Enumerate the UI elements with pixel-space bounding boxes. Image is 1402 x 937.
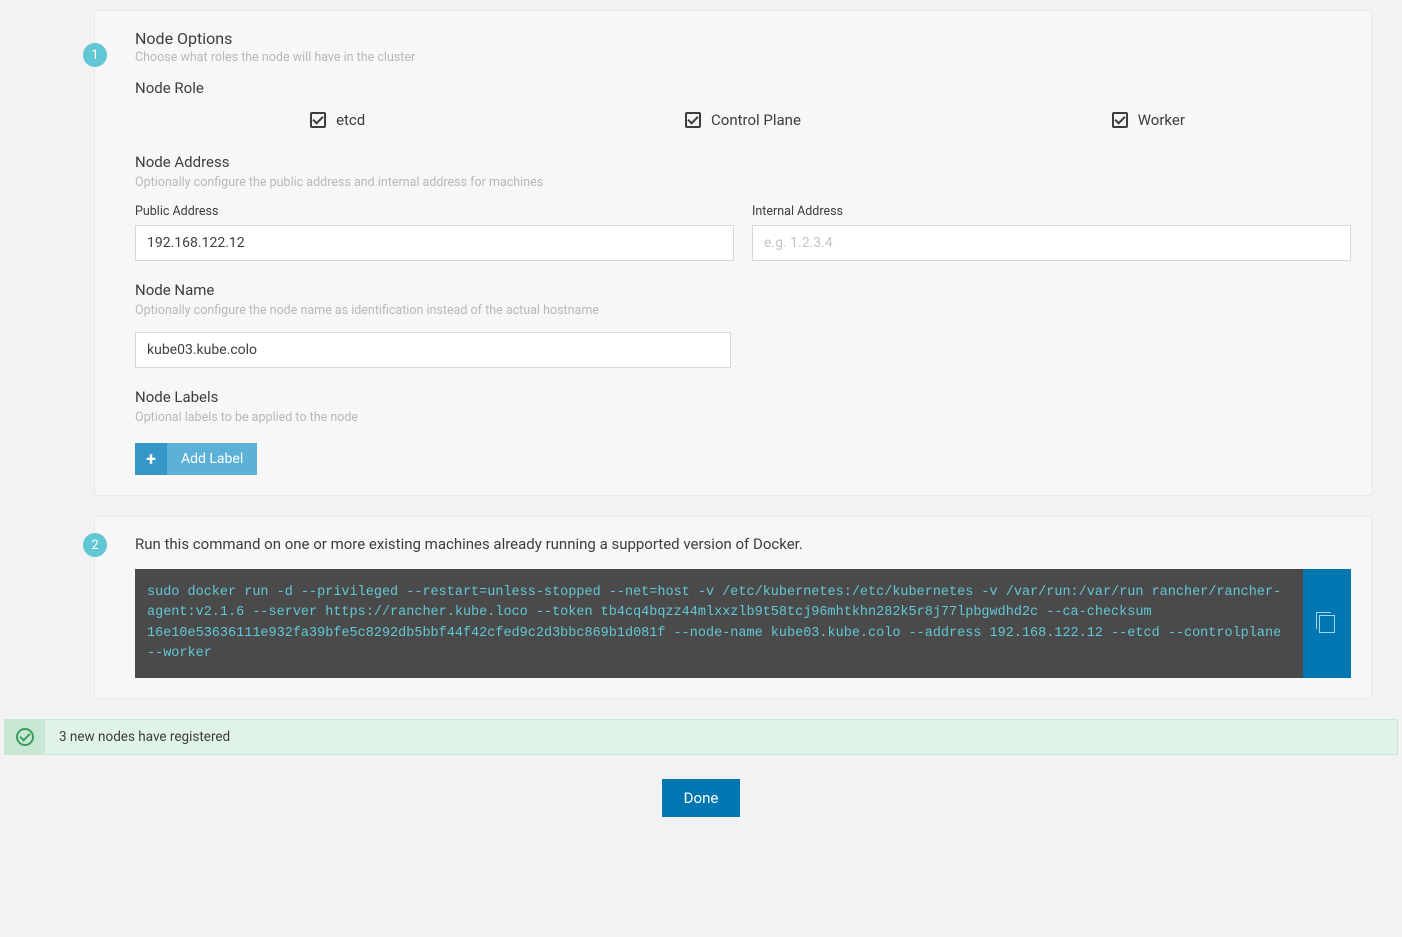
node-options-title: Node Options — [135, 29, 1351, 48]
internal-address-input[interactable] — [752, 225, 1351, 261]
node-labels-heading: Node Labels — [135, 388, 1351, 406]
step-badge-2: 2 — [83, 533, 107, 557]
control-plane-checkbox[interactable]: Control Plane — [685, 111, 801, 129]
command-instruction: Run this command on one or more existing… — [135, 535, 1351, 553]
plus-icon: + — [135, 443, 167, 475]
check-circle-icon — [16, 728, 34, 746]
step-badge-1: 1 — [83, 43, 107, 67]
status-icon-wrap — [5, 720, 45, 754]
checkbox-icon — [685, 112, 701, 128]
clipboard-icon — [1319, 615, 1335, 633]
worker-label: Worker — [1138, 111, 1185, 129]
internal-address-label: Internal Address — [752, 204, 1351, 219]
checkbox-icon — [1112, 112, 1128, 128]
add-label-text: Add Label — [167, 443, 257, 475]
node-name-input[interactable] — [135, 332, 731, 368]
node-options-subtitle: Choose what roles the node will have in … — [135, 50, 1351, 65]
status-bar: 3 new nodes have registered — [4, 719, 1398, 755]
node-name-heading: Node Name — [135, 281, 1351, 299]
status-message: 3 new nodes have registered — [45, 720, 244, 754]
copy-button[interactable] — [1303, 569, 1351, 678]
node-labels-subtitle: Optional labels to be applied to the nod… — [135, 410, 1351, 425]
node-options-panel: 1 Node Options Choose what roles the nod… — [94, 10, 1372, 496]
public-address-label: Public Address — [135, 204, 734, 219]
public-address-input[interactable] — [135, 225, 734, 261]
command-code[interactable]: sudo docker run -d --privileged --restar… — [135, 569, 1303, 678]
etcd-checkbox[interactable]: etcd — [310, 111, 365, 129]
etcd-label: etcd — [336, 111, 365, 129]
node-address-subtitle: Optionally configure the public address … — [135, 175, 1351, 190]
node-role-heading: Node Role — [135, 79, 1351, 97]
checkbox-icon — [310, 112, 326, 128]
add-label-button[interactable]: + Add Label — [135, 443, 257, 475]
node-address-heading: Node Address — [135, 153, 1351, 171]
worker-checkbox[interactable]: Worker — [1112, 111, 1185, 129]
command-panel: 2 Run this command on one or more existi… — [94, 516, 1372, 699]
node-name-subtitle: Optionally configure the node name as id… — [135, 303, 1351, 318]
control-plane-label: Control Plane — [711, 111, 801, 129]
done-button[interactable]: Done — [662, 779, 741, 817]
